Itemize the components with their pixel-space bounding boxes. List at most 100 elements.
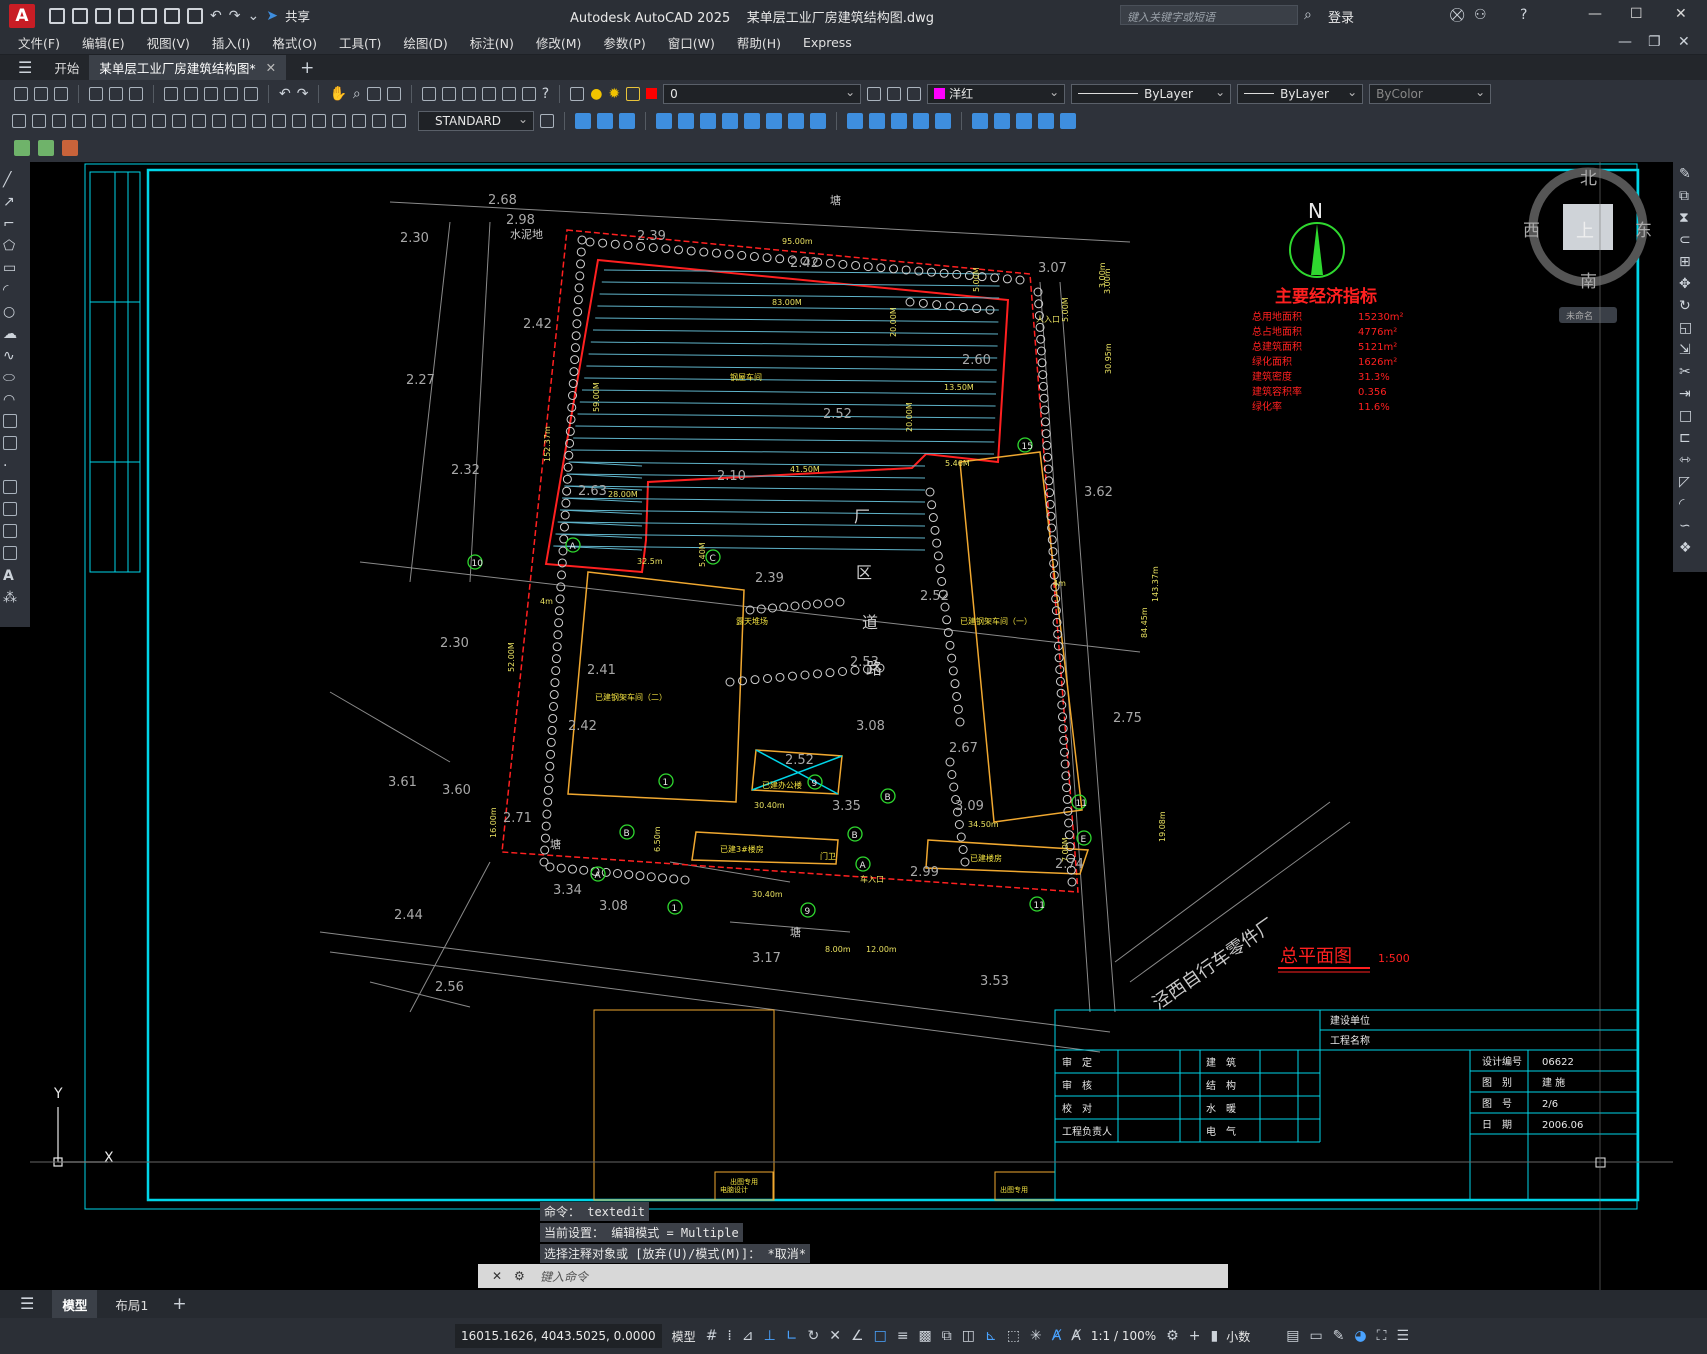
viewcube-west[interactable]: 西 xyxy=(1523,221,1540,241)
spline-tool[interactable]: ∿ xyxy=(3,348,25,368)
move-tool[interactable]: ✥ xyxy=(1679,276,1701,296)
polygon-tool[interactable]: ⬠ xyxy=(3,238,25,258)
menu-edit[interactable]: 编辑(E) xyxy=(82,33,125,52)
zoom-window-icon[interactable] xyxy=(366,86,381,101)
autocad-logo[interactable]: A xyxy=(9,3,35,28)
revolve-icon[interactable] xyxy=(678,112,694,129)
revcloud-tool[interactable]: ☁ xyxy=(3,326,25,346)
graphics-perf-icon[interactable]: ◕ xyxy=(1354,1328,1366,1344)
ucs-previous-icon[interactable] xyxy=(1016,112,1032,129)
qnew-icon[interactable] xyxy=(14,86,28,101)
point-tool[interactable]: · xyxy=(3,458,25,478)
hatch-tool[interactable] xyxy=(3,480,25,500)
osnap-icon[interactable]: □ xyxy=(874,1328,887,1344)
share-icon[interactable]: ➤ xyxy=(266,8,278,24)
tab-close-icon[interactable]: ✕ xyxy=(266,60,276,75)
dim-text-edit-icon[interactable] xyxy=(372,113,386,128)
command-line[interactable]: ✕ ⚙ 键入命令 xyxy=(478,1264,1228,1288)
chevron-down-icon[interactable]: ⌄ xyxy=(247,8,259,24)
tab-model[interactable]: 模型 xyxy=(52,1290,98,1318)
make-current-icon[interactable] xyxy=(867,86,882,101)
viewcube[interactable]: 上 北 南 东 西 未命名 xyxy=(1523,167,1652,323)
drawing-canvas[interactable]: A B C 1 9 10 11 15 E A B 1 9 11 A B 2.68 2.98 2.30 2.39 2.4… xyxy=(30,162,1673,1290)
ordinate-icon[interactable] xyxy=(72,113,86,128)
3d-osnap-icon[interactable]: ◫ xyxy=(962,1328,975,1344)
aligned-dim-icon[interactable] xyxy=(32,113,46,128)
coordinate-readout[interactable]: 16015.1626, 4043.5025, 0.0000 xyxy=(455,1324,662,1348)
open-icon[interactable] xyxy=(34,86,48,101)
model-space-toggle[interactable]: 模型 xyxy=(672,1328,696,1345)
rectangle-tool[interactable]: ▭ xyxy=(3,260,25,280)
diameter-icon[interactable] xyxy=(132,113,146,128)
section-icon[interactable] xyxy=(788,112,804,129)
menu-help[interactable]: 帮助(H) xyxy=(737,33,781,52)
continue-icon[interactable] xyxy=(212,113,226,128)
dim-break-icon[interactable] xyxy=(252,113,266,128)
preview-icon[interactable] xyxy=(109,86,123,101)
clean-screen-icon[interactable]: ⛶ xyxy=(1377,1328,1387,1344)
menu-format[interactable]: 格式(O) xyxy=(272,33,317,52)
zoom-previous-icon[interactable] xyxy=(386,86,401,101)
annotation-monitor-icon[interactable]: + xyxy=(1189,1328,1201,1344)
erase-tool[interactable]: ✎ xyxy=(1679,166,1701,186)
jogged-linear-icon[interactable] xyxy=(332,113,346,128)
join-tool[interactable]: ⇿ xyxy=(1679,452,1701,472)
insert-block-tool[interactable] xyxy=(3,414,25,434)
visual-style-wire-icon[interactable] xyxy=(847,112,863,129)
doc-minimize-button[interactable]: — xyxy=(1618,34,1632,50)
visual-style-concept-icon[interactable] xyxy=(913,112,929,129)
dim-style-icon[interactable] xyxy=(540,113,554,128)
baseline-icon[interactable] xyxy=(192,113,206,128)
dim-space-icon[interactable] xyxy=(232,113,246,128)
wcs-label[interactable]: 未命名 xyxy=(1566,310,1593,322)
break-tool[interactable]: ⊏ xyxy=(1679,430,1701,450)
gradient-tool[interactable] xyxy=(3,502,25,522)
ucs-world-icon[interactable] xyxy=(994,112,1010,129)
offset-tool[interactable]: ⊂ xyxy=(1679,232,1701,252)
plotstyle-dropdown[interactable]: ByColor xyxy=(1369,83,1492,104)
command-input[interactable]: 键入命令 xyxy=(540,1268,588,1285)
add-layout-button[interactable]: + xyxy=(172,1296,186,1313)
doc-restore-button[interactable]: ❐ xyxy=(1648,34,1661,50)
layout-menu-icon[interactable]: ☰ xyxy=(20,1296,34,1312)
import-icon[interactable] xyxy=(141,7,157,24)
chamfer-tool[interactable]: ◸ xyxy=(1679,474,1701,494)
tolerance-icon[interactable] xyxy=(272,113,286,128)
ortho-icon[interactable]: ∟ xyxy=(786,1328,798,1344)
dim-edit-icon[interactable] xyxy=(352,113,366,128)
workspace-gear-icon[interactable]: ⚙ xyxy=(1166,1328,1179,1344)
search-icon[interactable]: ⌕ xyxy=(1304,7,1312,23)
viewcube-south[interactable]: 南 xyxy=(1580,272,1597,292)
inspect-icon[interactable] xyxy=(312,113,326,128)
save-tool-icon[interactable] xyxy=(54,86,68,101)
radius-icon[interactable] xyxy=(92,113,106,128)
save-workspace-icon[interactable] xyxy=(38,140,54,156)
dynamic-ucs-icon[interactable]: ⊾ xyxy=(985,1328,997,1344)
dim-update-icon[interactable] xyxy=(392,113,406,128)
subtract-icon[interactable] xyxy=(722,112,738,129)
zoom-realtime-icon[interactable]: ⌕ xyxy=(353,86,361,102)
ucs-icon[interactable] xyxy=(972,112,988,129)
make-block-tool[interactable] xyxy=(3,436,25,456)
dyn-input-icon[interactable]: ⊥ xyxy=(764,1328,776,1344)
quick-properties-icon[interactable]: ▤ xyxy=(1286,1328,1299,1344)
auto-scale-icon[interactable]: Ⱥ xyxy=(1071,1328,1081,1344)
visual-manager-icon[interactable] xyxy=(935,112,951,129)
units-dropdown[interactable]: 小数 xyxy=(1226,1328,1250,1345)
plot-icon[interactable] xyxy=(89,86,103,101)
help-tool-icon[interactable]: ? xyxy=(542,86,549,102)
transparency-icon[interactable]: ▩ xyxy=(919,1328,932,1344)
menu-dimension[interactable]: 标注(N) xyxy=(470,33,514,52)
3d-cone-icon[interactable] xyxy=(619,112,635,129)
copy-tool[interactable]: ⧉ xyxy=(1679,188,1701,208)
menu-modify[interactable]: 修改(M) xyxy=(536,33,582,52)
save-as-icon[interactable] xyxy=(118,7,134,24)
text-style-dropdown[interactable]: STANDARD xyxy=(418,110,534,131)
sheet-set-icon[interactable] xyxy=(481,86,496,101)
break-point-tool[interactable]: □ xyxy=(1679,408,1701,428)
layer-previous-icon[interactable] xyxy=(887,86,902,101)
infer-icon[interactable]: ⊿ xyxy=(742,1328,754,1344)
paste-icon[interactable] xyxy=(204,86,218,101)
stretch-tool[interactable]: ⇲ xyxy=(1679,342,1701,362)
3d-box-icon[interactable] xyxy=(575,112,591,129)
